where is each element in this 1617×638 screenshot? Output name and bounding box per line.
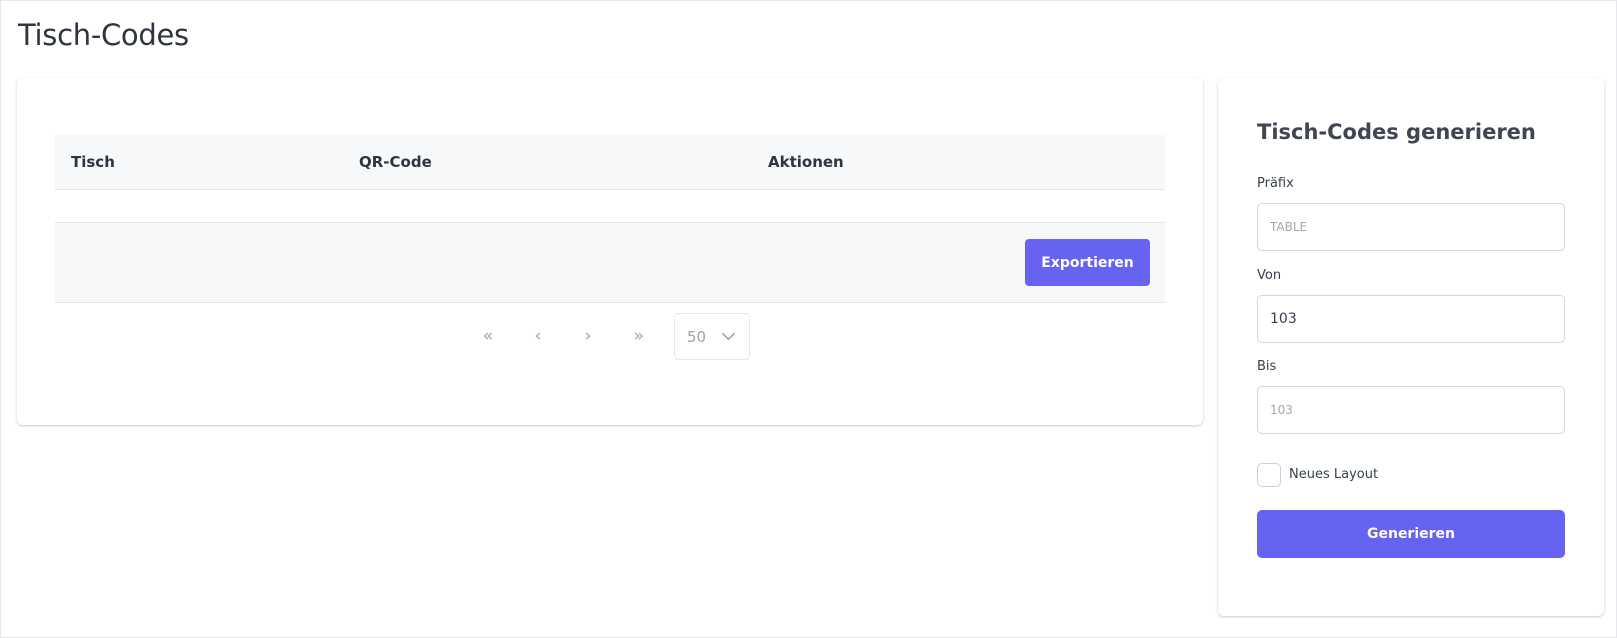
first-page-icon[interactable]: « (472, 313, 504, 359)
from-input[interactable] (1257, 295, 1565, 343)
pagination: « ‹ › » 50 (17, 313, 1203, 361)
to-label: Bis (1257, 359, 1277, 374)
page-size-select[interactable]: 50 (674, 313, 750, 360)
prefix-input[interactable] (1257, 203, 1565, 251)
table-header: Tisch QR-Code Aktionen (55, 135, 1165, 190)
last-page-icon[interactable]: » (623, 313, 655, 359)
app-frame: Tisch-Codes Tisch QR-Code Aktionen Expor… (0, 0, 1617, 638)
form-title: Tisch-Codes generieren (1257, 120, 1536, 144)
generate-codes-card: Tisch-Codes generieren Präfix Von Bis Ne… (1218, 78, 1604, 616)
export-button[interactable]: Exportieren (1025, 239, 1150, 286)
page-size-value: 50 (687, 328, 707, 346)
next-page-icon[interactable]: › (572, 313, 604, 359)
column-header-qr-code: QR-Code (359, 153, 432, 171)
new-layout-checkbox[interactable] (1257, 463, 1281, 487)
chevron-down-icon (722, 332, 735, 341)
from-label: Von (1257, 268, 1282, 283)
column-header-aktionen: Aktionen (768, 153, 844, 171)
to-input[interactable] (1257, 386, 1565, 434)
generate-button[interactable]: Generieren (1257, 510, 1565, 558)
new-layout-label: Neues Layout (1289, 467, 1379, 482)
prefix-label: Präfix (1257, 176, 1294, 191)
table-footer: Exportieren (55, 222, 1165, 303)
table-codes-card: Tisch QR-Code Aktionen Exportieren « ‹ ›… (17, 78, 1203, 425)
column-header-tisch: Tisch (71, 153, 115, 171)
previous-page-icon[interactable]: ‹ (522, 313, 554, 359)
page-title: Tisch-Codes (18, 18, 189, 52)
